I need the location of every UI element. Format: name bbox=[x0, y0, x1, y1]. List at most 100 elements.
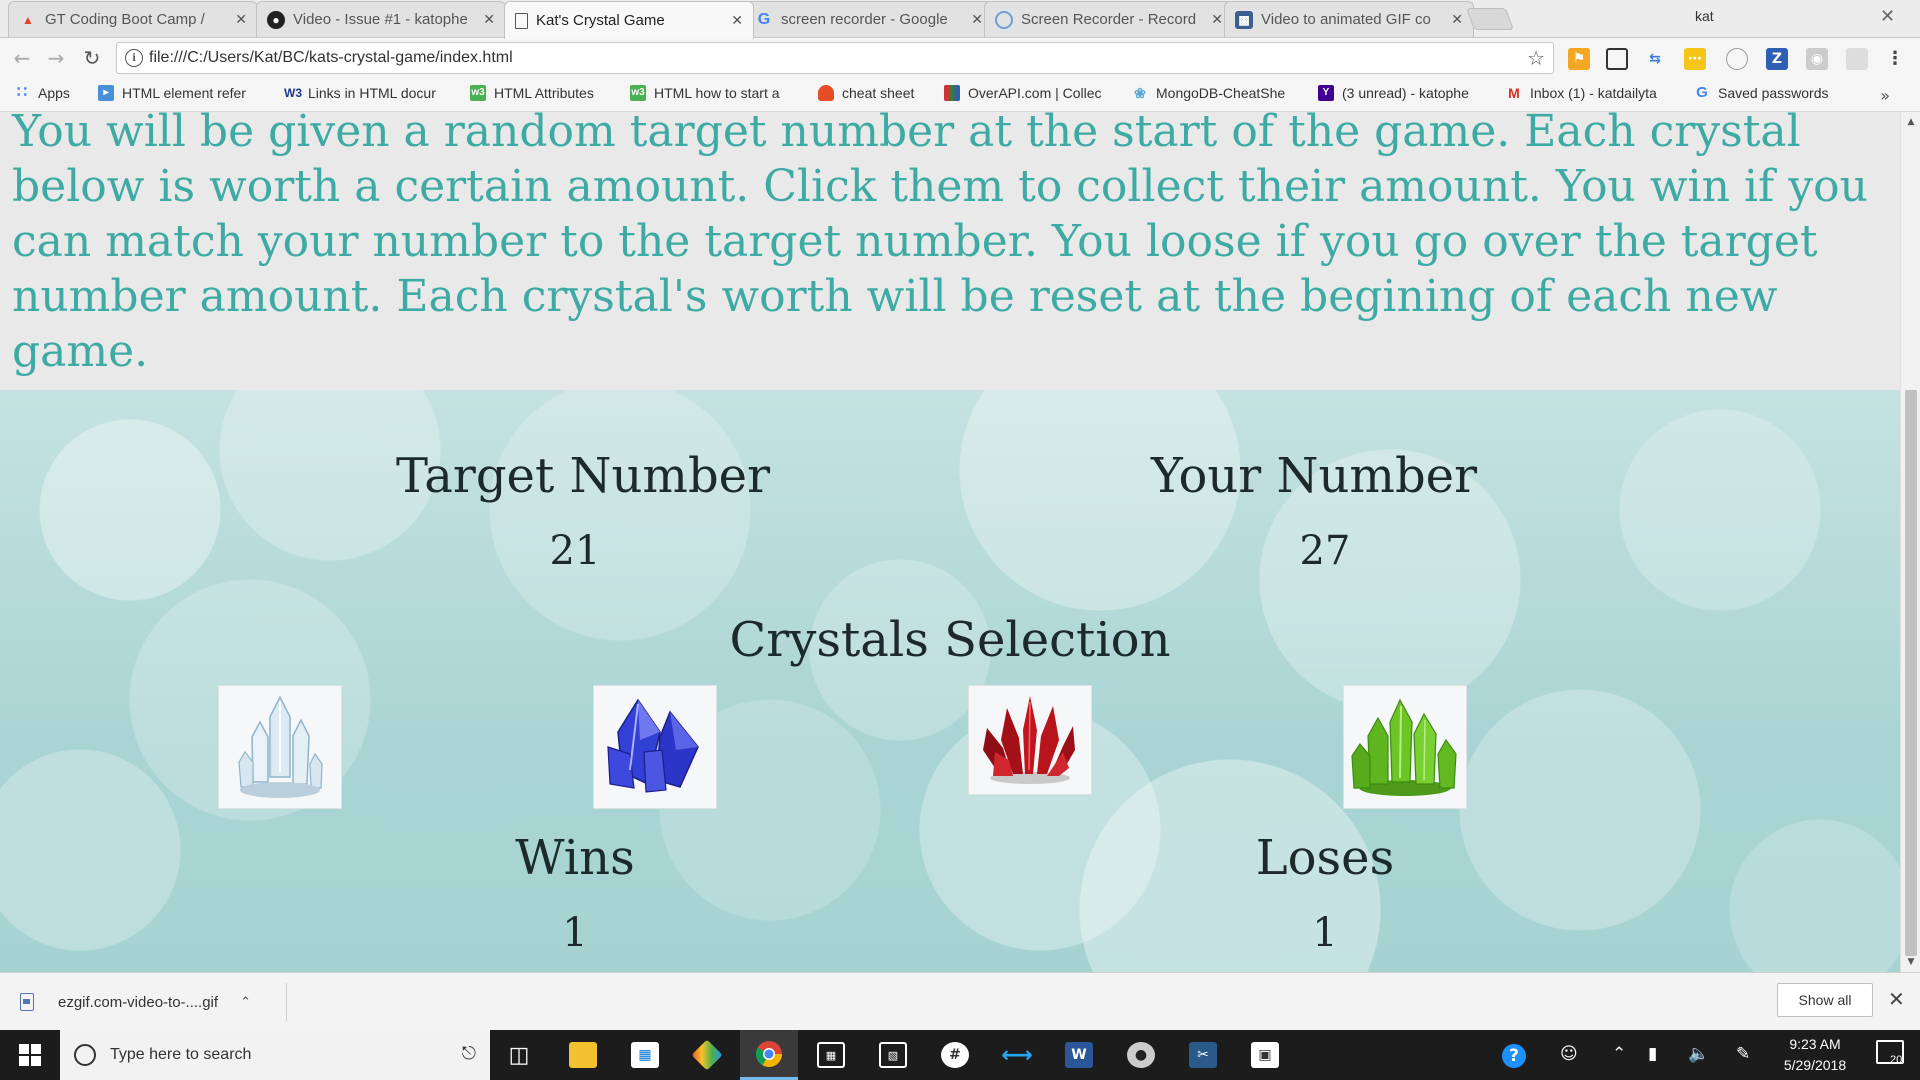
bookmark-links-in-html[interactable]: W3 Links in HTML docur bbox=[284, 85, 436, 101]
volume-icon[interactable]: 🔈 bbox=[1688, 1044, 1709, 1064]
reload-icon[interactable]: ↻ bbox=[80, 46, 104, 70]
close-icon[interactable]: ✕ bbox=[1451, 11, 1463, 28]
microphone-icon[interactable]: ⎋ bbox=[462, 1043, 476, 1064]
windows-start-button[interactable] bbox=[0, 1030, 60, 1080]
cortana-icon bbox=[74, 1044, 96, 1066]
bookmark-overapi[interactable]: OverAPI.com | Collec bbox=[944, 85, 1102, 101]
slack-icon[interactable]: # bbox=[926, 1030, 984, 1080]
store-icon[interactable]: ▦ bbox=[616, 1030, 674, 1080]
recorder-icon bbox=[995, 10, 1013, 29]
tab-video-to-gif[interactable]: ▩ Video to animated GIF co ✕ bbox=[1224, 1, 1474, 37]
close-icon[interactable]: ✕ bbox=[1211, 11, 1223, 28]
system-clock[interactable]: 9:23 AM 5/29/2018 bbox=[1755, 1034, 1875, 1076]
camera-icon[interactable]: ◉ bbox=[1806, 48, 1828, 70]
window-close-icon[interactable]: ✕ bbox=[1880, 6, 1895, 27]
tab-gt-coding-boot-camp[interactable]: ▲ GT Coding Boot Camp / ✕ bbox=[8, 1, 258, 37]
close-icon[interactable]: ✕ bbox=[971, 11, 983, 28]
extension-circle-icon[interactable] bbox=[1726, 48, 1748, 70]
pen-icon[interactable]: ✎ bbox=[1736, 1044, 1750, 1064]
address-url[interactable]: file:///C:/Users/Kat/BC/kats-crystal-gam… bbox=[149, 49, 513, 67]
show-all-button[interactable]: Show all bbox=[1777, 983, 1873, 1017]
bookmark-html-how-to-start[interactable]: w3 HTML how to start a bbox=[630, 85, 780, 101]
extension-folder-icon[interactable]: ⚑ bbox=[1568, 48, 1590, 70]
clock-date: 5/29/2018 bbox=[1783, 1057, 1847, 1073]
game-instructions: You will be given a random target number… bbox=[12, 112, 1868, 377]
bookmarks-bar: ∷ Apps ▸ HTML element refer W3 Links in … bbox=[0, 78, 1920, 112]
target-number-value: 21 bbox=[549, 528, 601, 574]
github-desktop-icon[interactable]: ● bbox=[1112, 1030, 1170, 1080]
calculator-icon[interactable]: ▦ bbox=[802, 1030, 860, 1080]
snipping-tool-icon[interactable]: ✂ bbox=[1174, 1030, 1232, 1080]
target-number-label: Target Number bbox=[395, 448, 771, 504]
scroll-down-icon[interactable]: ▼ bbox=[1901, 954, 1920, 970]
tab-screen-recorder-google[interactable]: G screen recorder - Google ✕ bbox=[744, 1, 994, 37]
screenshot-icon[interactable] bbox=[1606, 48, 1628, 70]
blue-crystal-button[interactable] bbox=[593, 685, 717, 809]
git-kraken-icon[interactable] bbox=[678, 1030, 736, 1080]
download-item[interactable]: ezgif.com-video-to-....gif ⌃ bbox=[20, 983, 251, 1021]
chrome-icon[interactable] bbox=[740, 1030, 798, 1080]
tab-title: Kat's Crystal Game bbox=[536, 12, 665, 29]
browser-toolbar: ← → ↻ i file:///C:/Users/Kat/BC/kats-cry… bbox=[0, 38, 1920, 78]
page-viewport: You will be given a random target number… bbox=[0, 112, 1900, 972]
bookmark-cheat-sheet[interactable]: cheat sheet bbox=[818, 85, 914, 101]
page-icon bbox=[515, 12, 528, 29]
bookmark-saved-passwords[interactable]: G Saved passwords bbox=[1694, 85, 1828, 102]
clear-crystal-button[interactable] bbox=[218, 685, 342, 809]
file-icon bbox=[20, 993, 34, 1011]
clear-crystal-icon bbox=[238, 695, 323, 798]
file-explorer-icon[interactable] bbox=[554, 1030, 612, 1080]
bookmark-mongodb-cheatsheet[interactable]: ❀ MongoDB-CheatShe bbox=[1132, 85, 1285, 101]
bookmark-yahoo-mail[interactable]: Y (3 unread) - katophe bbox=[1318, 85, 1469, 101]
tab-kats-crystal-game[interactable]: Kat's Crystal Game ✕ bbox=[504, 1, 754, 39]
bookmark-label: cheat sheet bbox=[842, 85, 915, 101]
bookmark-html-attributes[interactable]: w3 HTML Attributes bbox=[470, 85, 594, 101]
bookmark-apps[interactable]: ∷ Apps bbox=[14, 84, 70, 102]
taskbar-search-box[interactable]: Type here to search ⎋ bbox=[60, 1030, 490, 1080]
notification-center-icon[interactable]: 20 bbox=[1876, 1040, 1904, 1069]
tray-chevron-up-icon[interactable]: ⌃ bbox=[1612, 1044, 1626, 1064]
bookmark-html-element-reference[interactable]: ▸ HTML element refer bbox=[98, 85, 246, 101]
vscode-icon[interactable]: ⟷ bbox=[988, 1030, 1046, 1080]
tab-screen-recorder[interactable]: Screen Recorder - Record ✕ bbox=[984, 1, 1234, 37]
scroll-up-icon[interactable]: ▲ bbox=[1901, 114, 1920, 130]
calendar-icon[interactable]: ▧ bbox=[864, 1030, 922, 1080]
tab-title: GT Coding Boot Camp / bbox=[45, 11, 205, 28]
people-icon[interactable]: ☺ bbox=[1560, 1044, 1578, 1064]
forward-arrow-icon[interactable]: → bbox=[44, 46, 68, 70]
swap-icon[interactable]: ⇆ bbox=[1644, 48, 1666, 70]
bookmark-gmail-inbox[interactable]: M Inbox (1) - katdailyta bbox=[1506, 85, 1657, 101]
screen-recorder-app-icon[interactable]: ▣ bbox=[1236, 1030, 1294, 1080]
page-scrollbar[interactable]: ▲ ▼ bbox=[1900, 112, 1920, 972]
close-icon[interactable]: ✕ bbox=[483, 11, 495, 28]
address-bar[interactable]: i file:///C:/Users/Kat/BC/kats-crystal-g… bbox=[116, 42, 1554, 74]
chevron-up-icon[interactable]: ⌃ bbox=[240, 994, 251, 1010]
apps-grid-icon: ∷ bbox=[16, 84, 28, 101]
back-arrow-icon[interactable]: ← bbox=[10, 46, 34, 70]
red-crystal-button[interactable] bbox=[968, 685, 1092, 795]
battery-icon[interactable]: ▮ bbox=[1648, 1044, 1657, 1064]
help-icon[interactable]: ? bbox=[1502, 1044, 1526, 1068]
menu-dots-icon[interactable]: ⋮ bbox=[1884, 48, 1906, 70]
tab-video-issue[interactable]: ● Video - Issue #1 - katophe ✕ bbox=[256, 1, 506, 37]
download-file-name[interactable]: ezgif.com-video-to-....gif bbox=[58, 994, 218, 1011]
scrollbar-thumb[interactable] bbox=[1905, 390, 1917, 956]
new-tab-button[interactable] bbox=[1465, 8, 1515, 30]
close-icon[interactable]: ✕ bbox=[1888, 987, 1905, 1011]
task-view-icon[interactable]: ◫ bbox=[490, 1030, 548, 1080]
bookmarks-overflow-icon[interactable]: » bbox=[1880, 86, 1890, 105]
windows-logo-icon bbox=[19, 1044, 41, 1066]
close-icon[interactable]: ✕ bbox=[235, 11, 247, 28]
word-icon[interactable]: W bbox=[1050, 1030, 1108, 1080]
green-crystal-button[interactable] bbox=[1343, 685, 1467, 809]
w3schools-icon: w3 bbox=[470, 85, 486, 101]
profile-name[interactable]: kat bbox=[1695, 8, 1714, 24]
bookmark-label: HTML Attributes bbox=[494, 85, 594, 101]
zotero-icon[interactable]: Z bbox=[1766, 48, 1788, 70]
bookmark-star-icon[interactable]: ☆ bbox=[1527, 46, 1545, 70]
info-icon[interactable]: i bbox=[125, 49, 143, 67]
tab-title: Video - Issue #1 - katophe bbox=[293, 11, 468, 28]
extension-gray-icon[interactable] bbox=[1846, 48, 1868, 70]
extension-yellow-icon[interactable]: ⋯ bbox=[1684, 48, 1706, 70]
close-icon[interactable]: ✕ bbox=[731, 12, 743, 29]
